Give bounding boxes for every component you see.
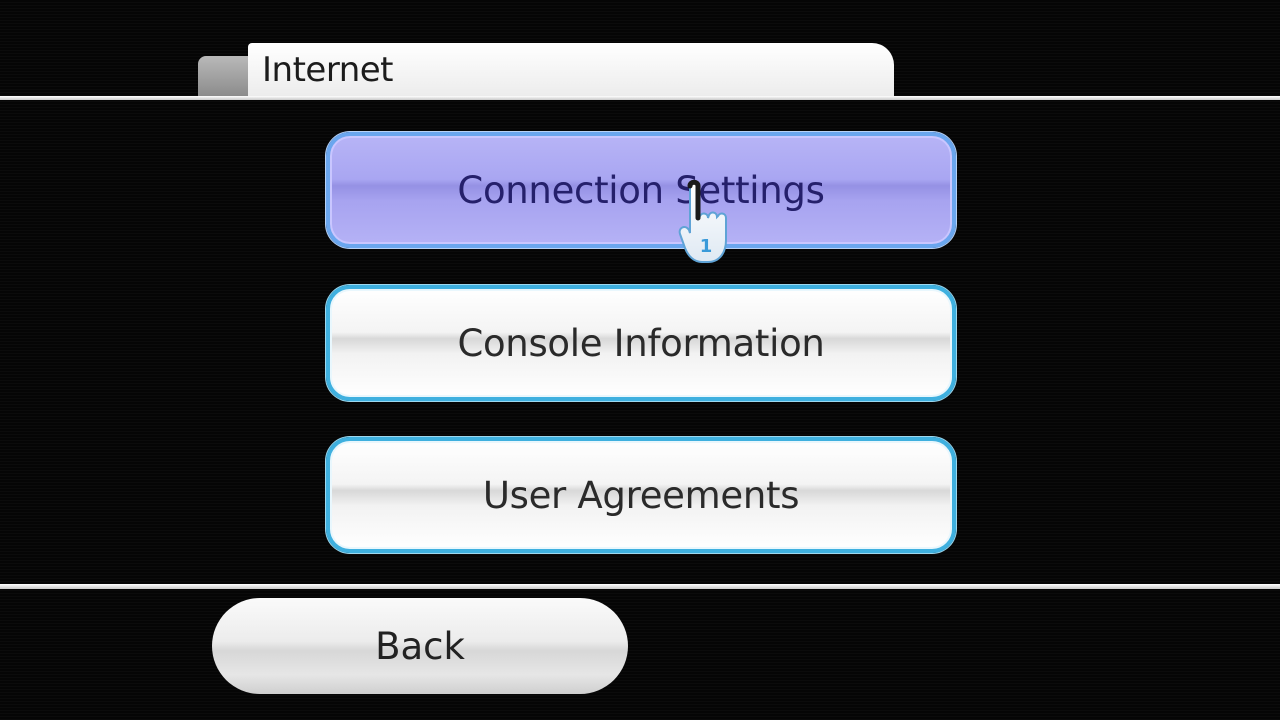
user-agreements-button[interactable]: User Agreements (326, 437, 956, 553)
back-label: Back (375, 624, 465, 668)
connection-settings-label: Connection Settings (457, 168, 825, 212)
hand-pointer-icon: 1 (678, 179, 727, 263)
console-information-label: Console Information (457, 321, 825, 365)
top-divider (0, 96, 1280, 100)
console-information-button[interactable]: Console Information (326, 285, 956, 401)
page-title: Internet (262, 50, 394, 90)
header-tab: Internet (248, 43, 894, 97)
bottom-divider (0, 584, 1280, 589)
internet-settings-screen: Internet Connection Settings Console Inf… (0, 0, 1280, 720)
player-number-label: 1 (700, 236, 713, 257)
connection-settings-button[interactable]: Connection Settings (326, 132, 956, 248)
back-button[interactable]: Back (212, 598, 628, 694)
user-agreements-label: User Agreements (482, 473, 800, 517)
